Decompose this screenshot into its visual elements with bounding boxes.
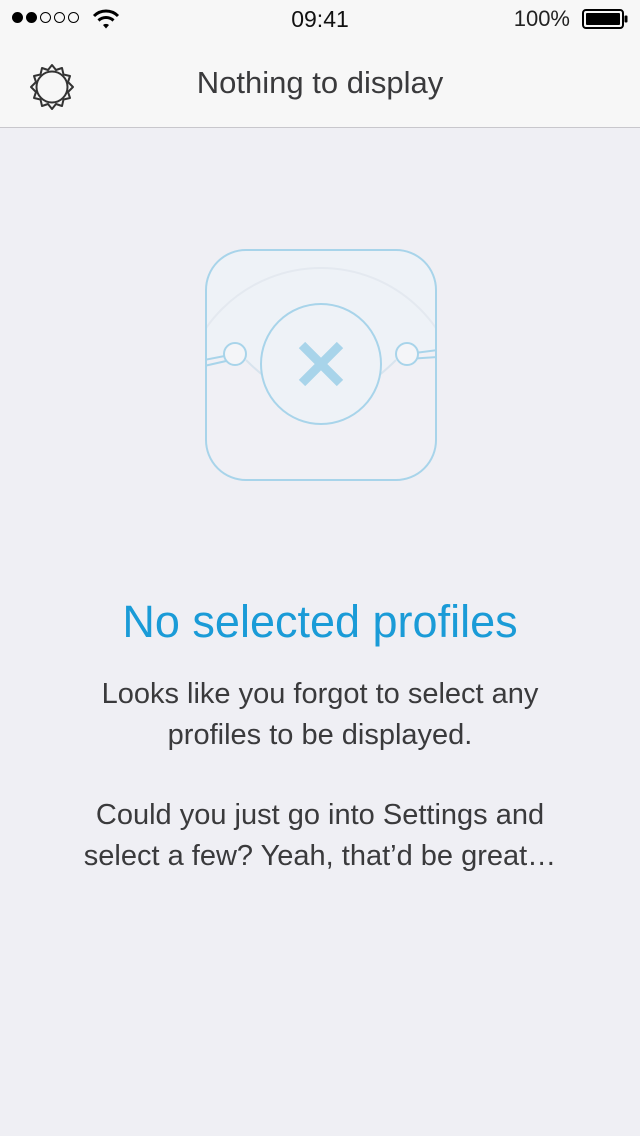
- battery-percentage: 100%: [513, 6, 570, 31]
- status-bar: 09:41 100%: [0, 0, 640, 40]
- empty-state-title: No selected profiles: [122, 596, 518, 647]
- hint-line: select a few? Yeah, that’d be great…: [83, 840, 557, 872]
- navigation-bar: Nothing to display: [0, 40, 640, 128]
- nav-title: Nothing to display: [196, 65, 444, 100]
- hint-line: Could you just go into Settings and: [95, 799, 545, 831]
- message-line: Looks like you forgot to select any: [101, 678, 539, 710]
- message-line: profiles to be displayed.: [167, 719, 473, 751]
- empty-state-message: Looks like you forgot to select any prof…: [40, 674, 600, 756]
- battery-icon: [582, 9, 628, 29]
- empty-state-hint: Could you just go into Settings and sele…: [40, 795, 600, 877]
- no-profiles-illustration-icon: [205, 249, 437, 481]
